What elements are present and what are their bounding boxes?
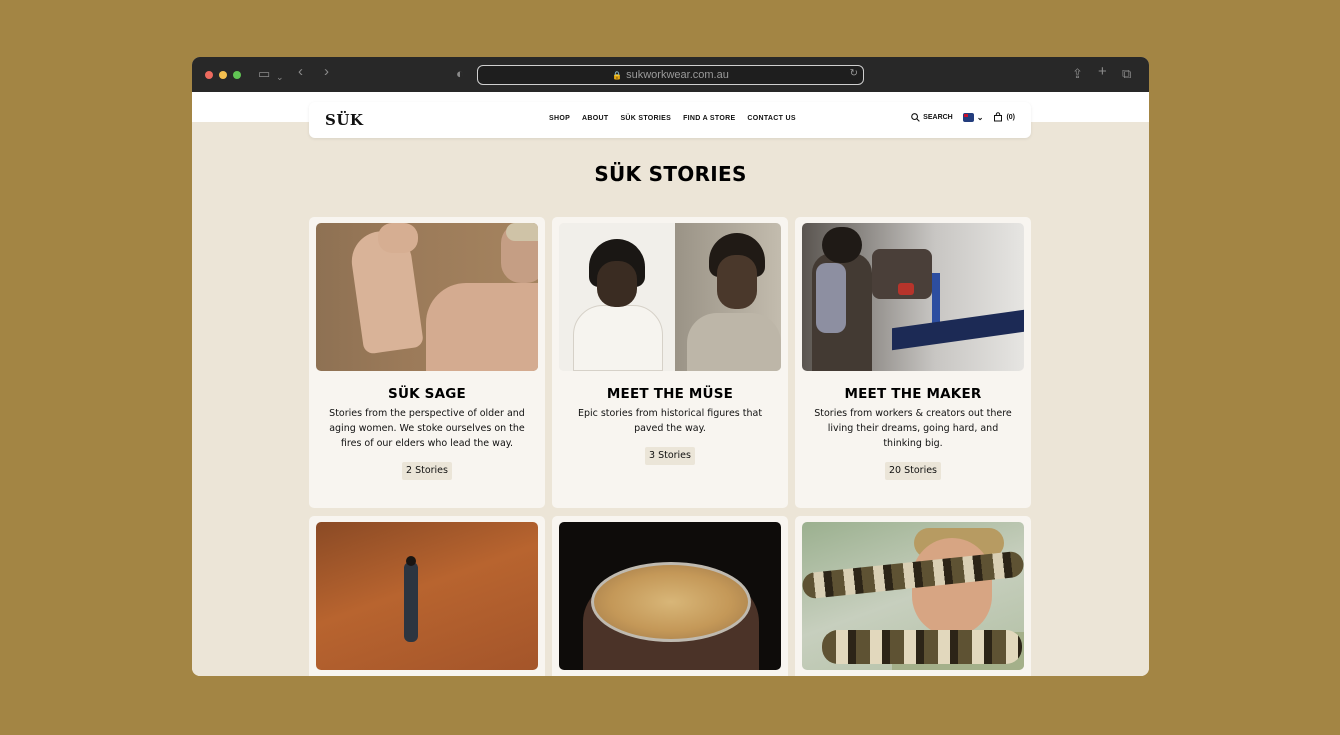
story-card[interactable] [795, 516, 1031, 676]
story-card-sage[interactable]: SÜK SAGE Stories from the perspective of… [309, 217, 545, 508]
share-icon[interactable]: ⇪ [1072, 66, 1083, 82]
search-button[interactable]: SEARCH [911, 112, 953, 122]
card-description: Stories from workers & creators out ther… [814, 408, 1012, 449]
nav-shop[interactable]: SHOP [549, 115, 570, 122]
story-count-badge: 3 Stories [645, 447, 695, 465]
card-title[interactable]: MEET THE MAKER [795, 386, 1031, 402]
browser-window: ▭ ⌄ ‹ › ◐ 🔒 sukworkwear.com.au ↻ ⇪ + ⧉ S… [192, 57, 1149, 676]
story-count-badge: 20 Stories [884, 462, 942, 480]
lock-icon: 🔒 [612, 70, 623, 80]
site-logo[interactable]: SÜK [325, 111, 363, 129]
tabs-overview-icon[interactable]: ⧉ [1122, 66, 1131, 82]
zoom-window-button[interactable] [233, 71, 241, 79]
chevron-down-icon[interactable]: ⌄ [276, 69, 284, 85]
country-selector[interactable]: ⌄ [962, 112, 984, 122]
bag-icon [994, 112, 1003, 122]
card-image[interactable] [316, 223, 538, 371]
sidebar-icon[interactable]: ▭ [258, 66, 270, 82]
reload-icon[interactable]: ↻ [850, 68, 858, 79]
main-nav: SHOP ABOUT SÜK STORIES FIND A STORE CONT… [549, 115, 796, 122]
card-description: Epic stories from historical figures tha… [577, 408, 763, 434]
story-card[interactable] [309, 516, 545, 676]
minimize-window-button[interactable] [219, 71, 227, 79]
nav-find-store[interactable]: FIND A STORE [683, 115, 735, 122]
new-tab-icon[interactable]: + [1098, 64, 1107, 80]
card-title[interactable]: MEET THE MÜSE [552, 386, 788, 402]
site-header: SÜK SHOP ABOUT SÜK STORIES FIND A STORE … [309, 102, 1031, 138]
search-icon [911, 112, 920, 122]
chevron-down-icon: ⌄ [976, 112, 984, 122]
nav-stories[interactable]: SÜK STORIES [620, 115, 671, 122]
nav-about[interactable]: ABOUT [582, 115, 608, 122]
cart-button[interactable]: (0) [993, 112, 1015, 122]
card-image[interactable] [559, 223, 781, 371]
browser-toolbar: ▭ ⌄ ‹ › ◐ 🔒 sukworkwear.com.au ↻ ⇪ + ⧉ [192, 57, 1149, 92]
card-image[interactable] [802, 223, 1024, 371]
story-card-maker[interactable]: MEET THE MAKER Stories from workers & cr… [795, 217, 1031, 508]
address-bar[interactable]: 🔒 sukworkwear.com.au ↻ [477, 65, 864, 85]
australia-flag-icon [962, 112, 974, 122]
back-icon[interactable]: ‹ [298, 64, 303, 80]
card-image[interactable] [559, 522, 781, 670]
card-title[interactable]: SÜK SAGE [309, 386, 545, 402]
card-description: Stories from the perspective of older an… [329, 408, 525, 449]
close-window-button[interactable] [205, 71, 213, 79]
card-image[interactable] [316, 522, 538, 670]
story-count-badge: 2 Stories [402, 462, 452, 480]
story-card-muse[interactable]: MEET THE MÜSE Epic stories from historic… [552, 217, 788, 508]
search-label: SEARCH [923, 113, 953, 121]
card-image[interactable] [802, 522, 1024, 670]
page-title: SÜK STORIES [594, 162, 747, 186]
shield-icon[interactable]: ◐ [456, 66, 464, 82]
forward-icon[interactable]: › [324, 64, 329, 80]
web-page: SÜK SHOP ABOUT SÜK STORIES FIND A STORE … [192, 92, 1149, 676]
cart-count: (0) [1006, 113, 1015, 121]
url-text: sukworkwear.com.au [626, 69, 729, 81]
nav-contact[interactable]: CONTACT US [747, 115, 795, 122]
story-card[interactable] [552, 516, 788, 676]
header-actions: SEARCH ⌄ (0) [911, 112, 1015, 122]
